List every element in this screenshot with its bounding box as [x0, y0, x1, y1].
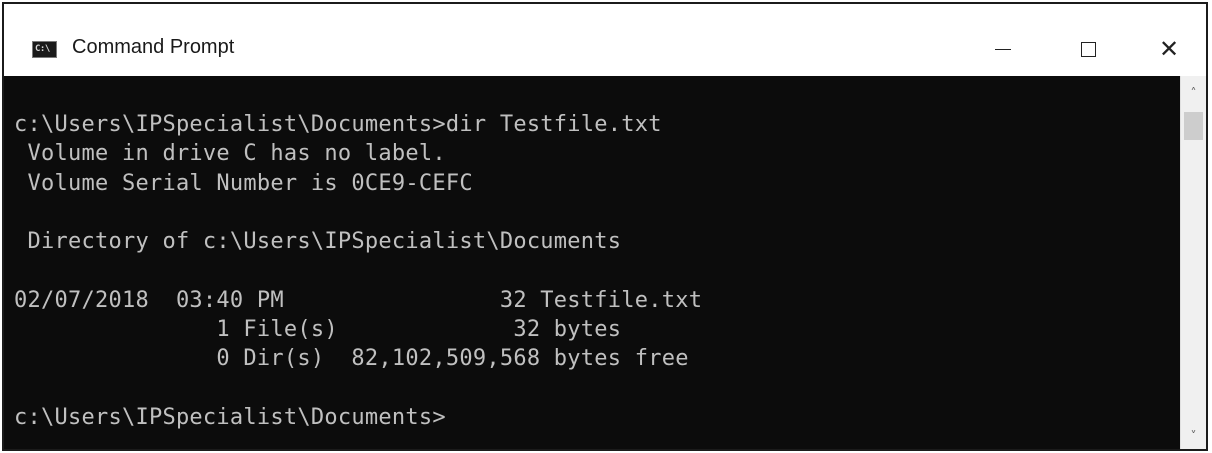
console-prompt-line[interactable]: c:\Users\IPSpecialist\Documents> — [14, 403, 702, 432]
console-text: c:\Users\IPSpecialist\Documents>dir Test… — [14, 110, 702, 432]
minimize-icon — [995, 48, 1011, 50]
console-line: Volume Serial Number is 0CE9-CEFC — [14, 170, 473, 196]
minimize-button[interactable] — [968, 26, 1038, 72]
vertical-scrollbar[interactable]: ˄ ˅ — [1180, 76, 1206, 449]
scroll-up-icon[interactable]: ˄ — [1181, 82, 1206, 104]
console-line: 02/07/2018 03:40 PM 32 Testfile.txt — [14, 287, 703, 313]
command-prompt-window: C:\ Command Prompt ✕ c:\Users\IPSpeciali… — [2, 2, 1208, 451]
cmd-icon[interactable]: C:\ — [32, 41, 57, 58]
window-title: Command Prompt — [72, 36, 235, 58]
maximize-button[interactable] — [1053, 26, 1123, 72]
console-line: 0 Dir(s) 82,102,509,568 bytes free — [14, 346, 689, 372]
cmd-icon-text: C:\ — [35, 44, 50, 54]
console-line: c:\Users\IPSpecialist\Documents>dir Test… — [14, 112, 662, 137]
console-output[interactable]: c:\Users\IPSpecialist\Documents>dir Test… — [4, 76, 1180, 449]
close-icon: ✕ — [1158, 35, 1180, 63]
title-bar[interactable]: C:\ Command Prompt ✕ — [4, 4, 1206, 76]
console-line: Directory of c:\Users\IPSpecialist\Docum… — [14, 229, 622, 255]
console-line: 1 File(s) 32 bytes — [14, 317, 622, 343]
scrollbar-thumb[interactable] — [1184, 112, 1203, 140]
close-button[interactable]: ✕ — [1134, 26, 1204, 72]
console-line: Volume in drive C has no label. — [14, 141, 446, 167]
maximize-icon — [1080, 41, 1096, 57]
scroll-down-icon[interactable]: ˅ — [1181, 425, 1206, 447]
